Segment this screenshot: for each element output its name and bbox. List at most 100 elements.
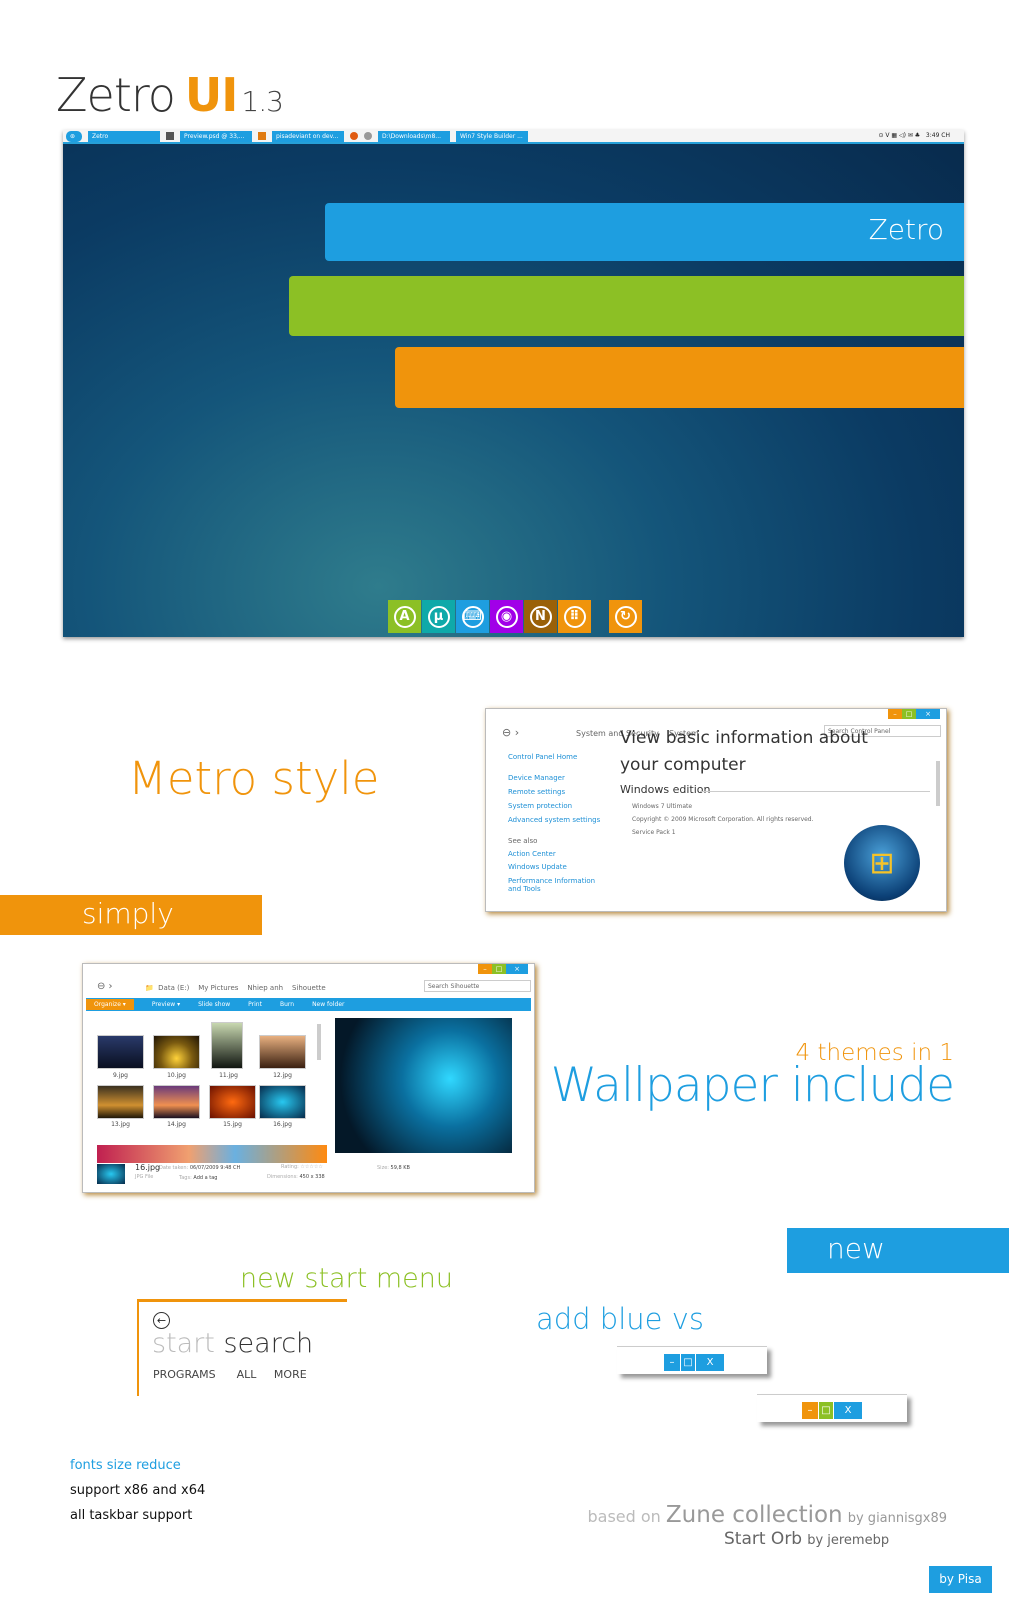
- tab-programs[interactable]: PROGRAMS: [153, 1368, 216, 1381]
- back-button[interactable]: ⊖ ›: [97, 981, 113, 992]
- maximize-button[interactable]: □: [819, 1402, 834, 1419]
- scrollbar[interactable]: [317, 1024, 321, 1060]
- control-panel-home-link[interactable]: Control Panel Home: [508, 753, 577, 761]
- close-button[interactable]: ×: [506, 964, 528, 974]
- taskbar-item[interactable]: D:\Downloads\m8...: [378, 130, 450, 142]
- file-label[interactable]: 12.jpg: [259, 1072, 306, 1079]
- details-rating[interactable]: Rating: ☆☆☆☆☆: [281, 1164, 323, 1170]
- organize-button[interactable]: Organize ▾: [86, 999, 134, 1010]
- windows-edition-heading: Windows edition: [620, 783, 711, 796]
- back-button[interactable]: ⊖ ›: [502, 726, 519, 739]
- performance-link[interactable]: Performance Information and Tools: [508, 877, 603, 893]
- thumbnail[interactable]: [259, 1035, 306, 1069]
- author-badge: by Pisa: [929, 1566, 992, 1593]
- start-orb-icon[interactable]: ⊛: [66, 130, 82, 142]
- dock-icon-grid[interactable]: ⠿: [558, 600, 591, 633]
- minimize-button[interactable]: –: [478, 964, 492, 974]
- close-button[interactable]: X: [696, 1354, 724, 1371]
- minimize-button[interactable]: –: [802, 1402, 819, 1419]
- details-date: Date taken: 06/07/2009 9:48 CH: [159, 1165, 241, 1171]
- cp-heading: View basic information about your comput…: [620, 728, 868, 775]
- metro-style-heading: Metro style: [128, 752, 380, 805]
- details-tags[interactable]: Tags: Add a tag: [179, 1175, 217, 1181]
- preview-button[interactable]: Preview ▾: [152, 1001, 180, 1008]
- advanced-settings-link[interactable]: Advanced system settings: [508, 816, 600, 824]
- thumbnail[interactable]: [97, 1035, 144, 1069]
- system-protection-link[interactable]: System protection: [508, 802, 572, 810]
- thumbnail[interactable]: [97, 1085, 144, 1119]
- thumbnail[interactable]: [259, 1085, 306, 1119]
- taskbar-item[interactable]: pisadeviant on dev...: [272, 130, 344, 142]
- search-input[interactable]: Search Sihouette: [424, 980, 531, 992]
- close-button[interactable]: ×: [916, 709, 940, 719]
- start-menu-tabs: PROGRAMS ALL MORE: [153, 1368, 307, 1381]
- dock-icon-a[interactable]: A: [388, 600, 421, 633]
- tab-all[interactable]: ALL: [237, 1368, 257, 1381]
- file-label[interactable]: 14.jpg: [153, 1121, 200, 1128]
- green-stripe: [289, 276, 964, 336]
- explorer-window: – □ × ⊖ › 📁 Data (E:) My Pictures Nhiep …: [82, 963, 535, 1193]
- file-label[interactable]: 11.jpg: [205, 1072, 252, 1079]
- file-label[interactable]: 13.jpg: [97, 1121, 144, 1128]
- details-type: JPG File: [135, 1174, 154, 1180]
- minimize-button[interactable]: –: [664, 1354, 681, 1371]
- file-label[interactable]: 9.jpg: [97, 1072, 144, 1079]
- credits-line: based on Zune collection by giannisgx89: [587, 1502, 948, 1528]
- action-center-link[interactable]: Action Center: [508, 850, 556, 858]
- tab-more[interactable]: MORE: [274, 1368, 307, 1381]
- system-tray[interactable]: ⊙ V ▦ ◁) ✉ ♣ 3:49 CH: [878, 132, 950, 139]
- dock-icon-restart[interactable]: ↻: [609, 600, 642, 633]
- back-arrow-icon[interactable]: ←: [153, 1312, 170, 1329]
- start-menu-preview: ← start search PROGRAMS ALL MORE: [137, 1299, 347, 1396]
- command-bar: Organize ▾ Preview ▾ Slide show Print Bu…: [86, 998, 531, 1011]
- file-label[interactable]: 15.jpg: [209, 1121, 256, 1128]
- firefox-icon[interactable]: [350, 132, 358, 140]
- file-label[interactable]: 16.jpg: [259, 1121, 306, 1128]
- window-caption-buttons: – □ ×: [478, 964, 528, 974]
- thumbnail[interactable]: [211, 1022, 243, 1069]
- device-manager-link[interactable]: Device Manager: [508, 774, 565, 782]
- preview-pane-image: [335, 1018, 512, 1153]
- maximize-button[interactable]: □: [492, 964, 506, 974]
- color-caption-buttons: – □ X: [802, 1402, 862, 1419]
- wallpaper-heading: Wallpaper include: [550, 1058, 955, 1113]
- thumbnail[interactable]: [209, 1085, 256, 1119]
- slideshow-button[interactable]: Slide show: [198, 1001, 230, 1008]
- thumbnail[interactable]: [153, 1035, 200, 1069]
- control-panel-window: – □ × ⊖ › System and Security System Sea…: [485, 708, 947, 912]
- maximize-button[interactable]: □: [681, 1354, 696, 1371]
- breadcrumb[interactable]: 📁 Data (E:) My Pictures Nhiep anh Sihoue…: [145, 984, 326, 992]
- details-size: Size: 59,8 KB: [377, 1165, 410, 1171]
- orange-stripe: [395, 347, 964, 408]
- taskbar-item[interactable]: Win7 Style Builder ...: [456, 130, 528, 142]
- desktop-screenshot: ⊛ Zetro Preview.psd @ 33,... pisadeviant…: [63, 130, 964, 637]
- feature-item: all taskbar support: [70, 1508, 193, 1523]
- new-folder-button[interactable]: New folder: [312, 1001, 344, 1008]
- window-caption-buttons: – □ ×: [888, 709, 940, 719]
- file-label[interactable]: 10.jpg: [153, 1072, 200, 1079]
- windows-update-link[interactable]: Windows Update: [508, 863, 567, 871]
- copyright-text: Copyright © 2009 Microsoft Corporation. …: [632, 816, 814, 823]
- start-search-title: start search: [152, 1328, 314, 1359]
- dock-icon-eye[interactable]: ◉: [490, 600, 523, 633]
- scrollbar[interactable]: [936, 761, 940, 806]
- print-button[interactable]: Print: [248, 1001, 262, 1008]
- dock-icon-keyboard[interactable]: ⌨: [456, 600, 489, 633]
- dock-icon-utorrent[interactable]: µ: [422, 600, 455, 633]
- taskbar-item[interactable]: Zetro: [88, 130, 160, 142]
- close-button[interactable]: X: [834, 1402, 862, 1419]
- burn-button[interactable]: Burn: [280, 1001, 294, 1008]
- maximize-button[interactable]: □: [902, 709, 916, 719]
- remote-settings-link[interactable]: Remote settings: [508, 788, 565, 796]
- dock-icon-n[interactable]: N: [524, 600, 557, 633]
- minimize-button[interactable]: –: [888, 709, 902, 719]
- app-icon[interactable]: [166, 132, 174, 140]
- feature-item: fonts size reduce: [70, 1458, 181, 1473]
- start-menu-heading: new start menu: [240, 1263, 453, 1294]
- app-icon[interactable]: [258, 132, 266, 140]
- taskbar-item[interactable]: Preview.psd @ 33,...: [180, 130, 252, 142]
- thumbnail[interactable]: [153, 1085, 200, 1119]
- feature-item: support x86 and x64: [70, 1483, 206, 1498]
- blue-vs-heading: add blue vs: [536, 1302, 704, 1336]
- app-icon[interactable]: [364, 132, 372, 140]
